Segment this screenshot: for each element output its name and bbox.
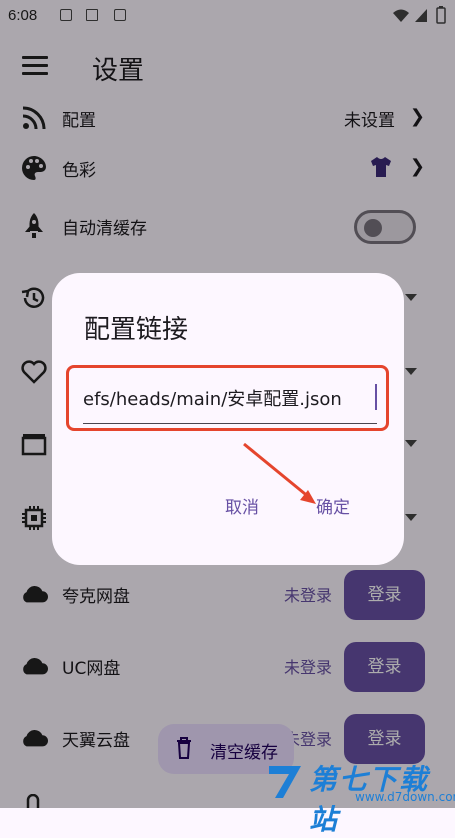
dialog-title: 配置链接: [84, 315, 189, 345]
watermark-logo-icon: [269, 766, 301, 798]
watermark: 第七下载站 www.d7down.com: [265, 760, 455, 836]
config-link-input[interactable]: efs/heads/main/安卓配置.json: [66, 365, 389, 431]
input-underline: [83, 423, 377, 424]
annotation-arrow: [243, 442, 316, 504]
config-link-dialog: 配置链接 efs/heads/main/安卓配置.json 取消 确定: [52, 273, 404, 565]
config-link-input-value: efs/heads/main/安卓配置.json: [83, 389, 342, 410]
text-caret: [375, 384, 377, 410]
watermark-url: www.d7down.com: [355, 790, 455, 804]
